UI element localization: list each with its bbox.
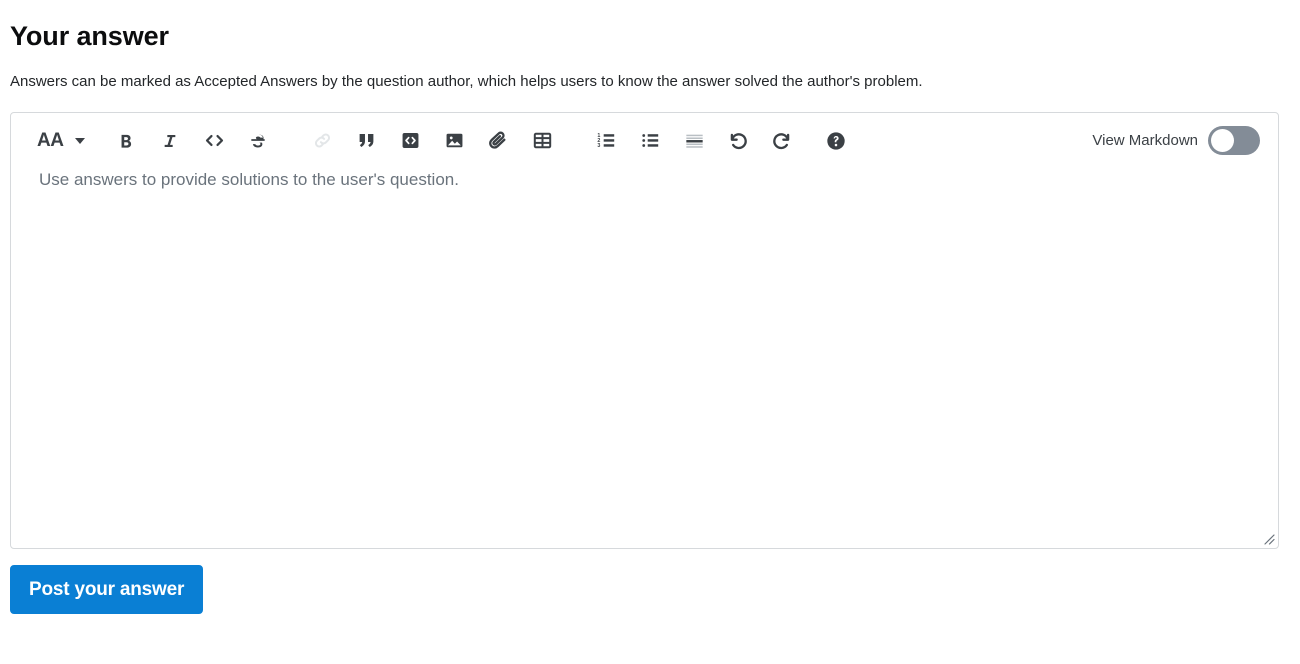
undo-button[interactable] [723,126,753,156]
help-button[interactable] [821,126,851,156]
horizontal-rule-icon [684,130,705,151]
bulleted-list-icon [640,130,661,151]
table-button[interactable] [527,126,557,156]
image-icon [444,130,465,151]
code-angle-brackets-icon [204,130,225,151]
chevron-down-icon [75,138,85,144]
view-markdown-label: View Markdown [1092,133,1198,148]
resize-grip-icon[interactable] [1261,531,1275,545]
undo-icon [727,130,749,152]
table-icon [532,130,553,151]
strikethrough-button[interactable] [243,126,273,156]
bulleted-list-button[interactable] [635,126,665,156]
ordered-list-icon: 1 2 3 [596,130,617,151]
page-title: Your answer [10,19,169,53]
bold-button[interactable] [111,126,141,156]
post-your-answer-button[interactable]: Post your answer [10,565,203,614]
italic-button[interactable] [155,126,185,156]
italic-icon [160,131,180,151]
paperclip-icon [487,130,509,152]
editor-toolbar: AA [11,113,1278,168]
answer-help-text: Answers can be marked as Accepted Answer… [10,71,923,93]
view-markdown-switch-knob [1211,129,1234,152]
editor-body [11,168,1278,548]
redo-icon [771,130,793,152]
ordered-list-button[interactable]: 1 2 3 [591,126,621,156]
blockquote-icon [356,130,377,151]
bold-icon [116,131,136,151]
link-icon [312,130,333,151]
answer-editor: AA [10,112,1279,549]
code-block-icon [400,130,421,151]
view-markdown-switch-track[interactable] [1208,126,1260,155]
heading-AA-icon: AA [37,131,63,150]
answer-input[interactable] [11,168,1278,548]
help-circle-icon [825,130,847,152]
blockquote-button[interactable] [351,126,381,156]
inline-code-button[interactable] [199,126,229,156]
toolbar-group-lists-history: 1 2 3 [591,126,851,156]
toolbar-group-insert [307,126,557,156]
strikethrough-icon [248,131,268,151]
heading-format-button[interactable]: AA [37,126,87,156]
link-button[interactable] [307,126,337,156]
answer-form-page: Your answer Answers can be marked as Acc… [0,0,1300,664]
horizontal-rule-button[interactable] [679,126,709,156]
code-block-button[interactable] [395,126,425,156]
image-button[interactable] [439,126,469,156]
redo-button[interactable] [767,126,797,156]
svg-text:3: 3 [597,143,600,149]
attachment-button[interactable] [483,126,513,156]
toolbar-group-text-format: AA [37,126,273,156]
view-markdown-toggle[interactable]: View Markdown [1092,126,1264,155]
